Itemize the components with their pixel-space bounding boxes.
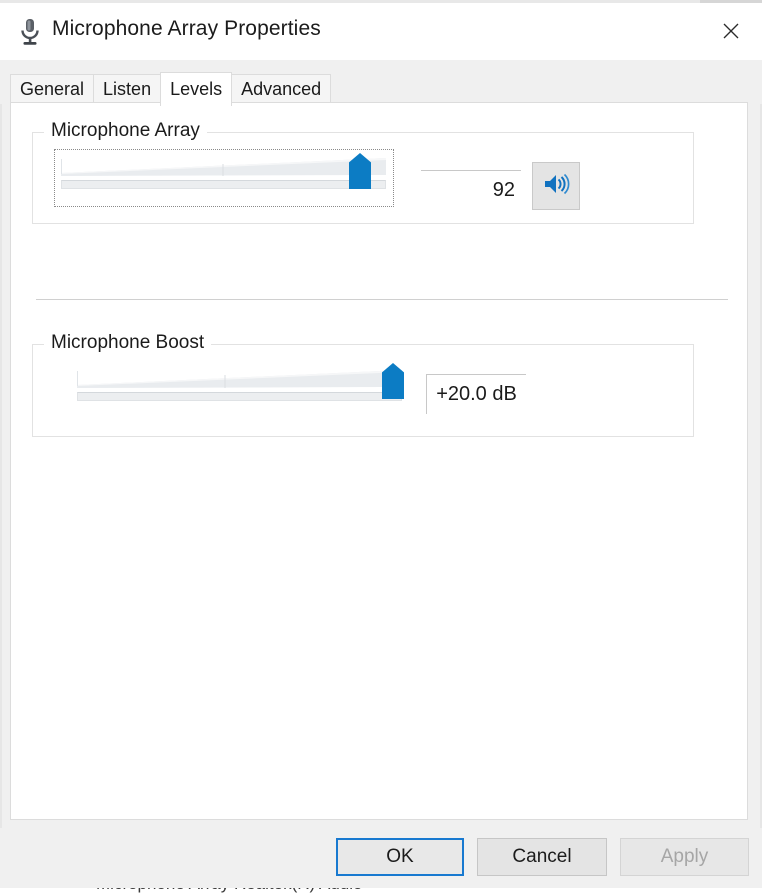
- slider-track-wedge: [61, 155, 386, 181]
- microphone-array-slider[interactable]: [61, 153, 386, 189]
- slider-track-base: [61, 180, 386, 189]
- close-icon[interactable]: [700, 3, 762, 58]
- window-left-edge: [0, 3, 2, 894]
- microphone-array-value[interactable]: 92: [421, 170, 521, 210]
- group-microphone-boost-label: Microphone Boost: [44, 332, 212, 354]
- ok-button[interactable]: OK: [336, 838, 464, 876]
- background-window-text: Microphone Array Realtek(R) Audio: [96, 888, 362, 894]
- window-title: Microphone Array Properties: [52, 17, 321, 40]
- cancel-button[interactable]: Cancel: [477, 838, 607, 876]
- apply-button: Apply: [620, 838, 749, 876]
- group-microphone-array-label: Microphone Array: [44, 120, 207, 142]
- section-separator: [36, 299, 728, 300]
- tab-content-levels: Microphone Array 92 Microphone Boost +20…: [10, 102, 748, 820]
- group-microphone-array: Microphone Array 92: [32, 120, 694, 224]
- tab-advanced[interactable]: Advanced: [231, 74, 332, 104]
- tab-general[interactable]: General: [10, 74, 95, 104]
- dialog-button-bar: OK Cancel Apply: [0, 828, 762, 888]
- mute-toggle-button[interactable]: [532, 162, 580, 210]
- tab-strip: General Listen Levels Advanced: [0, 60, 762, 106]
- tab-levels[interactable]: Levels: [160, 72, 233, 106]
- group-microphone-boost: Microphone Boost +20.0 dB: [32, 332, 694, 437]
- microphone-icon: [17, 17, 43, 47]
- tab-listen[interactable]: Listen: [93, 74, 162, 104]
- background-window-bleed: Microphone Array Realtek(R) Audio: [0, 888, 762, 894]
- speaker-icon: [542, 171, 570, 202]
- properties-dialog: Microphone Array Properties General List…: [0, 0, 762, 894]
- slider-track-wedge: [77, 367, 402, 393]
- title-bar: Microphone Array Properties: [0, 3, 762, 60]
- slider-track-base: [77, 392, 402, 401]
- microphone-boost-slider[interactable]: [77, 363, 404, 401]
- microphone-boost-value[interactable]: +20.0 dB: [426, 374, 526, 414]
